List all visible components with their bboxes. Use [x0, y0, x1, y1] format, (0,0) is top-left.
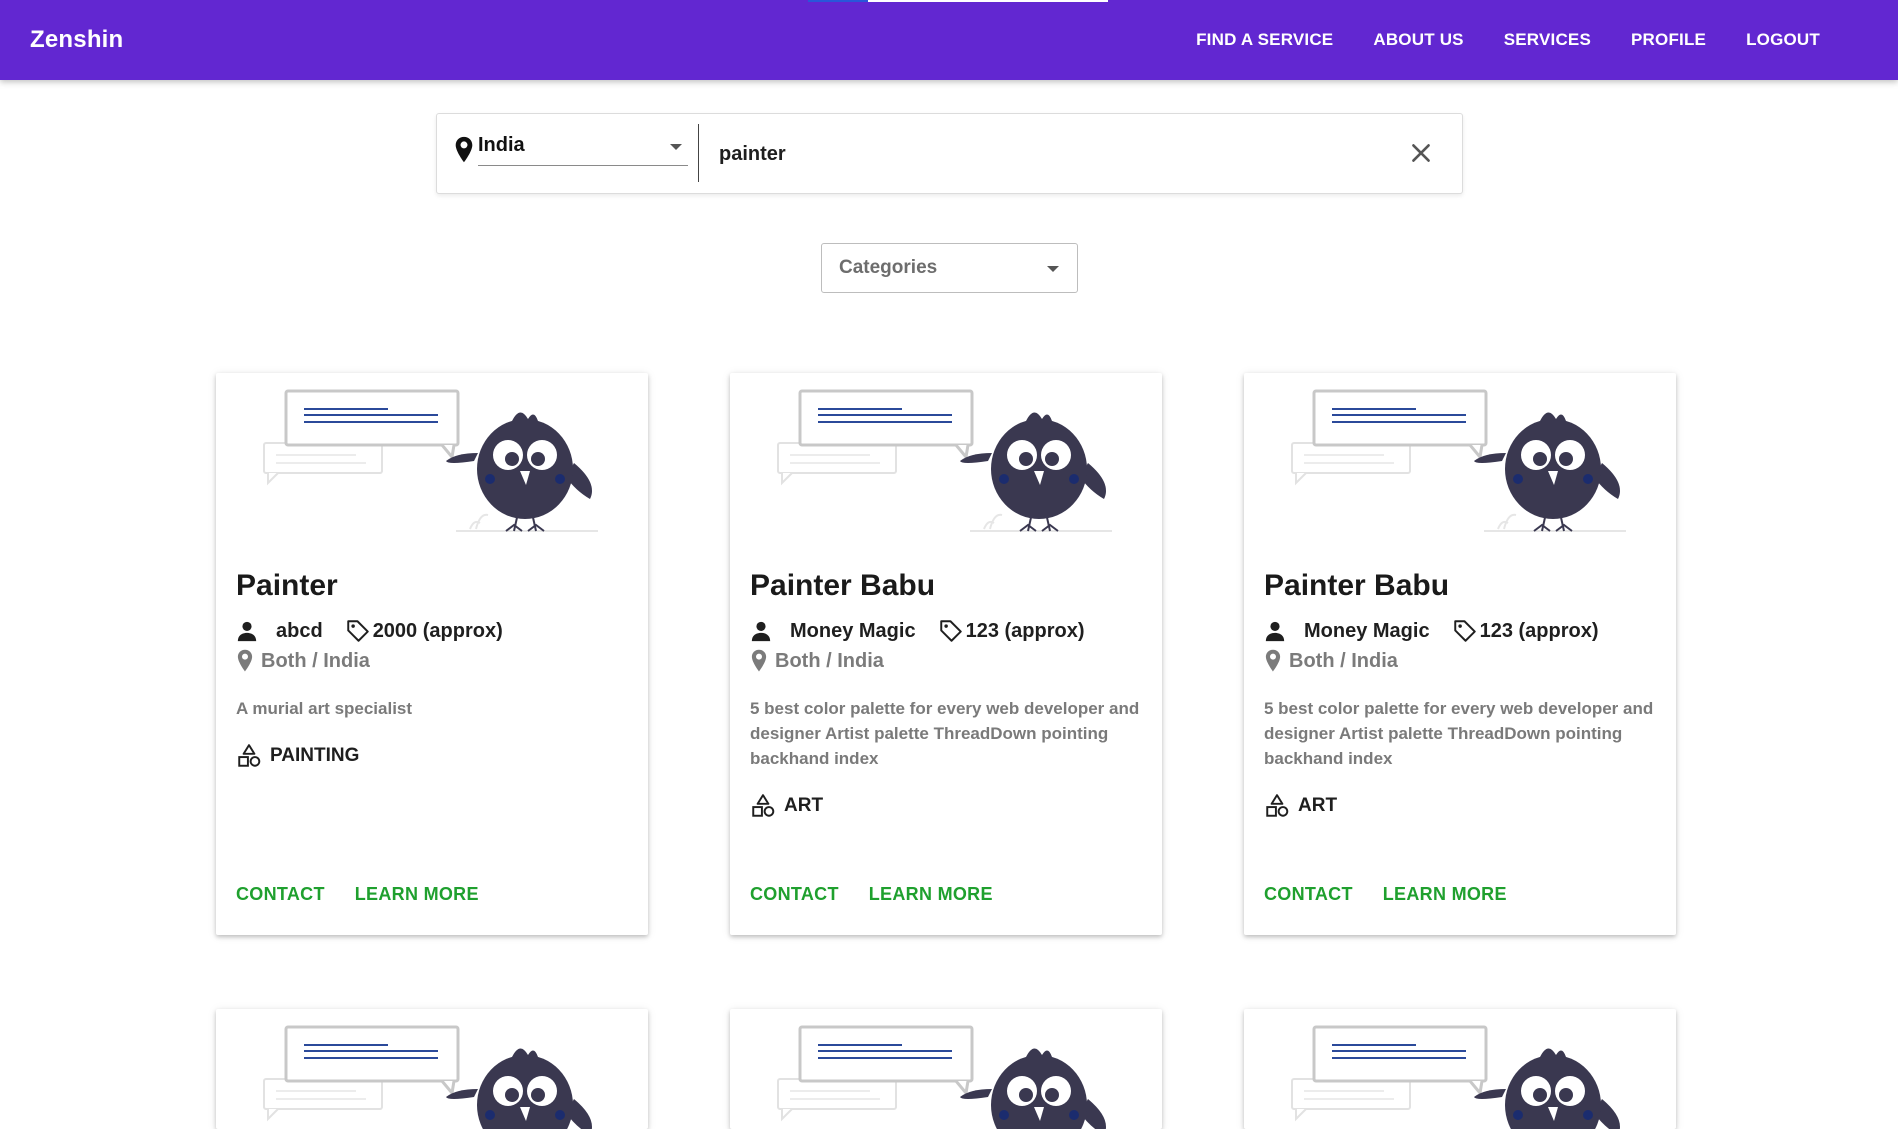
card-category: ART — [750, 793, 823, 819]
card-title: Painter — [236, 569, 338, 602]
card-location: Both / India — [236, 649, 370, 673]
card-category-text: ART — [784, 795, 824, 816]
location-select[interactable]: India — [478, 132, 688, 166]
card-provider: abcd — [276, 619, 323, 642]
person-icon — [751, 621, 771, 642]
card-meta: Money Magic 123 (approx) — [1264, 618, 1599, 644]
card-provider: Money Magic — [1304, 619, 1430, 642]
location-pin-icon — [237, 649, 253, 672]
card-category-text: ART — [1298, 795, 1338, 816]
learn-more-button[interactable]: LEARN MORE — [869, 884, 993, 905]
contact-button[interactable]: CONTACT — [750, 884, 839, 905]
card-actions: CONTACT LEARN MORE — [236, 884, 479, 905]
location-pin-icon — [751, 649, 767, 672]
service-card-partial — [730, 1009, 1162, 1129]
bird-speech-bubble-illustration — [776, 389, 1114, 533]
price-tag-icon — [1453, 620, 1476, 642]
nav-services[interactable]: SERVICES — [1484, 30, 1611, 50]
brand-logo[interactable]: Zenshin — [30, 26, 123, 54]
category-shapes-icon — [1266, 794, 1289, 817]
person-icon — [237, 621, 257, 642]
card-category: ART — [1264, 793, 1337, 819]
category-shapes-icon — [238, 744, 261, 767]
chevron-down-icon — [1047, 266, 1059, 272]
card-actions: CONTACT LEARN MORE — [1264, 884, 1507, 905]
nav-logout[interactable]: LOGOUT — [1726, 30, 1840, 50]
card-provider: Money Magic — [790, 619, 916, 642]
card-meta: Money Magic 123 (approx) — [750, 618, 1085, 644]
close-icon[interactable] — [1408, 140, 1434, 166]
app-bar: Zenshin FIND A SERVICE ABOUT US SERVICES… — [0, 0, 1898, 80]
search-input[interactable] — [717, 136, 1377, 172]
service-card: Painter Babu Money Magic 123 (approx) Bo… — [730, 373, 1162, 935]
service-card-partial — [216, 1009, 648, 1129]
main-nav: FIND A SERVICE ABOUT US SERVICES PROFILE… — [1176, 0, 1840, 80]
card-location: Both / India — [1264, 649, 1398, 673]
bird-speech-bubble-illustration — [262, 1025, 600, 1129]
search-divider — [698, 124, 699, 182]
card-title: Painter Babu — [1264, 569, 1450, 602]
location-pin-icon — [455, 136, 473, 163]
card-meta: abcd 2000 (approx) — [236, 618, 503, 644]
card-price: 123 (approx) — [1479, 619, 1599, 642]
service-card: Painter abcd 2000 (approx) Both / India … — [216, 373, 648, 935]
card-description: 5 best color palette for every web devel… — [1264, 699, 1654, 768]
bird-speech-bubble-illustration — [262, 389, 600, 533]
categories-label: Categories — [839, 257, 938, 278]
bird-speech-bubble-illustration — [1290, 1025, 1628, 1129]
card-actions: CONTACT LEARN MORE — [750, 884, 993, 905]
card-location: Both / India — [750, 649, 884, 673]
contact-button[interactable]: CONTACT — [1264, 884, 1353, 905]
card-price: 123 (approx) — [965, 619, 1085, 642]
contact-button[interactable]: CONTACT — [236, 884, 325, 905]
service-card: Painter Babu Money Magic 123 (approx) Bo… — [1244, 373, 1676, 935]
card-title: Painter Babu — [750, 569, 936, 602]
nav-about-us[interactable]: ABOUT US — [1353, 30, 1483, 50]
categories-select[interactable]: Categories — [821, 243, 1078, 293]
category-shapes-icon — [752, 794, 775, 817]
learn-more-button[interactable]: LEARN MORE — [355, 884, 479, 905]
card-category-text: PAINTING — [270, 745, 360, 766]
bird-speech-bubble-illustration — [776, 1025, 1114, 1129]
location-select-value: India — [478, 134, 525, 156]
card-location-text: Both / India — [1289, 649, 1398, 672]
card-category: PAINTING — [236, 743, 359, 769]
price-tag-icon — [346, 620, 369, 642]
nav-find-a-service[interactable]: FIND A SERVICE — [1176, 30, 1353, 50]
card-description: A murial art specialist — [236, 699, 413, 718]
nav-profile[interactable]: PROFILE — [1611, 30, 1726, 50]
chevron-down-icon — [670, 144, 682, 150]
card-description: 5 best color palette for every web devel… — [750, 699, 1140, 768]
card-location-text: Both / India — [261, 649, 370, 672]
person-icon — [1265, 621, 1285, 642]
learn-more-button[interactable]: LEARN MORE — [1383, 884, 1507, 905]
card-price: 2000 (approx) — [372, 619, 503, 642]
card-location-text: Both / India — [775, 649, 884, 672]
search-bar: India — [436, 113, 1463, 194]
bird-speech-bubble-illustration — [1290, 389, 1628, 533]
location-pin-icon — [1265, 649, 1281, 672]
loading-progress-bar — [808, 0, 1108, 2]
service-card-partial — [1244, 1009, 1676, 1129]
price-tag-icon — [939, 620, 962, 642]
